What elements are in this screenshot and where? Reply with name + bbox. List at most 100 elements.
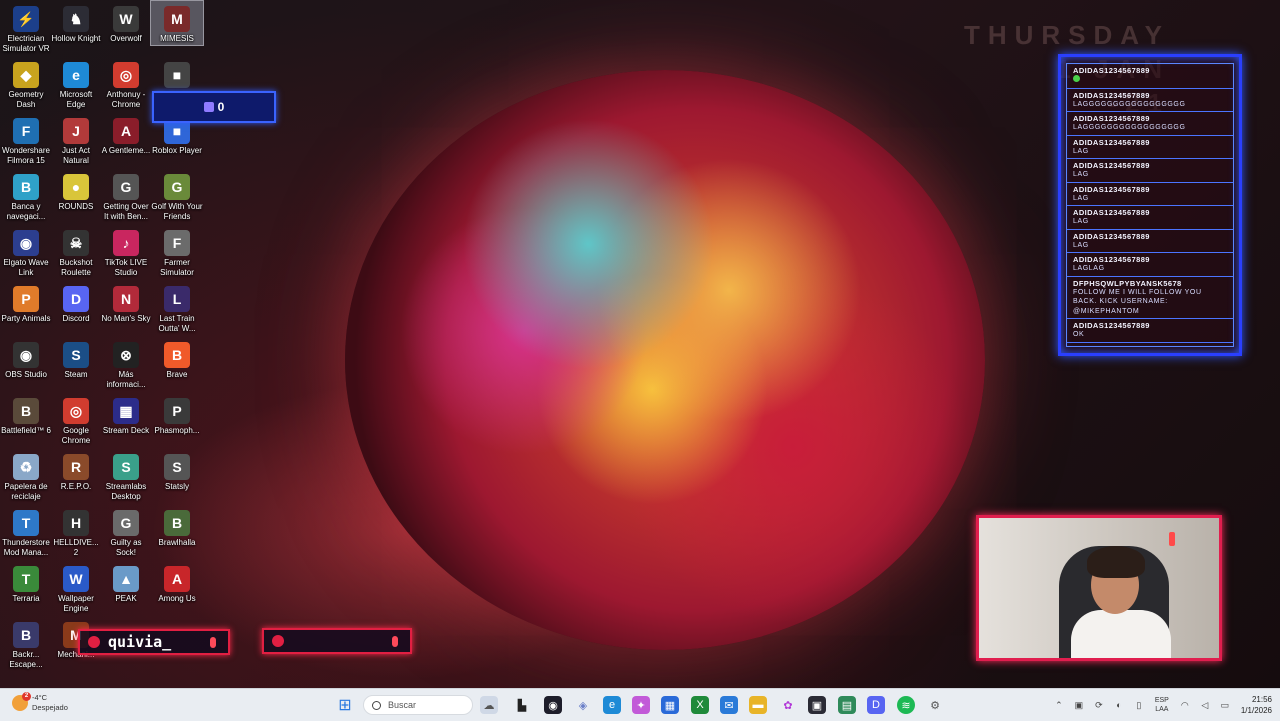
streamlabs-taskbar-icon[interactable]: ▣ — [808, 696, 826, 714]
desktop-icon[interactable]: S Statsly — [151, 454, 203, 492]
desktop-icon-label: Getting Over It with Ben... — [103, 202, 149, 221]
copilot-taskbar-icon[interactable]: ✦ — [632, 696, 650, 714]
desktop-icon[interactable]: W Wallpaper Engine — [50, 566, 102, 614]
desktop-icon-label: TikTok LIVE Studio — [104, 258, 148, 277]
desktop-icon-label: Anthonuy - Chrome — [106, 90, 146, 109]
desktop-icon-label: Just Act Natural — [61, 146, 90, 165]
desktop-icon[interactable]: H HELLDIVE... 2 — [50, 510, 102, 558]
desktop-icon[interactable]: ⚡ Electrician Simulator VR — [0, 6, 52, 54]
file-explorer-icon[interactable]: ▬ — [749, 696, 767, 714]
app-icon: G — [164, 174, 190, 200]
desktop-icon[interactable]: N No Man's Sky — [100, 286, 152, 324]
app-icon: ☠ — [63, 230, 89, 256]
desktop-icon[interactable]: B Banca y navegaci... — [0, 174, 52, 222]
app-icon: ◉ — [13, 342, 39, 368]
weather-icon: 2 — [12, 692, 31, 711]
desktop-icon[interactable]: T Thunderstore Mod Mana... — [0, 510, 52, 558]
desktop-icon[interactable]: S Streamlabs Desktop — [100, 454, 152, 502]
widgets-icon[interactable]: ☁ — [480, 696, 498, 714]
taskbar-search[interactable]: Buscar — [363, 695, 473, 715]
desktop-icon[interactable]: B Brave — [151, 342, 203, 380]
desktop-icon[interactable]: ■ Roblox Player — [151, 118, 203, 156]
desktop-icon[interactable]: ◎ Google Chrome — [50, 398, 102, 446]
desktop-icon[interactable]: B Brawlhalla — [151, 510, 203, 548]
desktop-icon[interactable]: B Backr... Escape... — [0, 622, 52, 670]
stream-deck-taskbar-icon[interactable]: ◈ — [574, 696, 592, 714]
app-icon: ▦ — [113, 398, 139, 424]
app-icon: ◆ — [13, 62, 39, 88]
search-icon — [372, 700, 381, 710]
chat-text: LAG — [1073, 194, 1089, 202]
desktop-icon[interactable]: J Just Act Natural — [50, 118, 102, 166]
xbox-taskbar-icon[interactable]: X — [691, 696, 709, 714]
desktop-icon-label: Wallpaper Engine — [58, 594, 94, 613]
language-indicator[interactable]: ESP LAA — [1155, 696, 1169, 714]
weather-widget[interactable]: 2 -4°C Despejado — [12, 692, 68, 713]
desktop-icon[interactable]: ◆ Geometry Dash — [0, 62, 52, 110]
chat-username: ADIDAS1234567889 — [1073, 321, 1150, 330]
discord-taskbar-icon[interactable]: D — [867, 696, 885, 714]
app-icon: P — [164, 398, 190, 424]
volume-icon[interactable]: ◁ — [1198, 698, 1212, 712]
spotify-taskbar-icon[interactable]: ≋ — [897, 696, 915, 714]
tray-app-icon[interactable]: ▣ — [1072, 698, 1086, 712]
chat-message: ADIDAS1234567889 OK — [1067, 319, 1233, 343]
desktop-icon[interactable]: ◉ Elgato Wave Link — [0, 230, 52, 278]
app-icon: ● — [63, 174, 89, 200]
outlook-taskbar-icon[interactable]: ✉ — [720, 696, 738, 714]
desktop-icon[interactable]: P Party Animals — [0, 286, 52, 324]
start-button[interactable]: ⊞ — [336, 696, 354, 714]
desktop-icon[interactable]: A Among Us — [151, 566, 203, 604]
desktop-icon[interactable]: ● ROUNDS — [50, 174, 102, 212]
store-taskbar-icon[interactable]: ▦ — [661, 696, 679, 714]
desktop-icon[interactable]: A A Gentleme... — [100, 118, 152, 156]
desktop-icon[interactable]: F Wondershare Filmora 15 — [0, 118, 52, 166]
tray-vpn-icon[interactable]: ◐ — [1112, 698, 1126, 712]
desktop-icon[interactable]: e Microsoft Edge — [50, 62, 102, 110]
chat-text: LAG — [1073, 218, 1089, 225]
desktop-icon[interactable]: L Last Train Outta' W... — [151, 286, 203, 334]
tray-sync-icon[interactable]: ⟳ — [1092, 698, 1106, 712]
desktop-icon[interactable]: G Guilty as Sock! — [100, 510, 152, 558]
terminal-taskbar-icon[interactable]: ▤ — [838, 696, 856, 714]
photos-taskbar-icon[interactable]: ✿ — [779, 696, 797, 714]
tray-usb-icon[interactable]: ▯ — [1132, 698, 1146, 712]
desktop-icon[interactable]: G Getting Over It with Ben... — [100, 174, 152, 222]
weather-temperature: -4°C — [32, 693, 48, 702]
desktop-icon[interactable]: ▦ Stream Deck — [100, 398, 152, 436]
app-icon: P — [13, 286, 39, 312]
desktop-icon[interactable]: S Steam — [50, 342, 102, 380]
obs-taskbar-icon[interactable]: ◉ — [544, 696, 562, 714]
chat-message: ADIDAS1234567889 LAG — [1067, 206, 1233, 230]
desktop-icon[interactable]: ☠ Buckshot Roulette — [50, 230, 102, 278]
chat-message: ADIDAS1234567889 LAGGGGGGGGGGGGGGGGG — [1067, 112, 1233, 136]
desktop-icon[interactable]: R R.E.P.O. — [50, 454, 102, 492]
wifi-icon[interactable]: ◠ — [1178, 698, 1192, 712]
desktop-icon[interactable]: ⊗ Más informaci... — [100, 342, 152, 390]
desktop-icon[interactable]: ◉ OBS Studio — [0, 342, 52, 380]
chevron-up-icon[interactable]: ⌃ — [1052, 698, 1066, 712]
desktop-icon-label: Last Train Outta' W... — [158, 314, 196, 333]
settings-taskbar-icon[interactable]: ⚙ — [926, 696, 944, 714]
desktop-icon[interactable]: T Terraria — [0, 566, 52, 604]
desktop-icon-label: Guilty as Sock! — [110, 538, 142, 557]
desktop-icon-label: OBS Studio — [5, 370, 47, 379]
desktop-icon[interactable]: F Farmer Simulator — [151, 230, 203, 278]
desktop-icon[interactable]: ♻ Papelera de reciclaje — [0, 454, 52, 502]
desktop-icon[interactable]: P Phasmoph... — [151, 398, 203, 436]
desktop-icon[interactable]: ♪ TikTok LIVE Studio — [100, 230, 152, 278]
desktop-icon[interactable]: B Battlefield™ 6 — [0, 398, 52, 436]
desktop-icon[interactable]: M MIMESIS — [150, 0, 204, 46]
desktop-icon[interactable]: W Overwolf — [100, 6, 152, 44]
desktop-icon[interactable]: G Golf With Your Friends — [151, 174, 203, 222]
desktop-icon[interactable]: ▲ PEAK — [100, 566, 152, 604]
clock[interactable]: 21:56 1/1/2026 — [1241, 694, 1272, 716]
edge-taskbar-icon[interactable]: e — [603, 696, 621, 714]
app-icon: ▲ — [113, 566, 139, 592]
desktop-icon[interactable]: ♞ Hollow Knight — [50, 6, 102, 44]
task-view-icon[interactable]: ▙ — [513, 696, 531, 714]
desktop-icon[interactable]: D Discord — [50, 286, 102, 324]
desktop-icon[interactable]: ◎ Anthonuy - Chrome — [100, 62, 152, 110]
battery-icon[interactable]: ▭ — [1218, 698, 1232, 712]
app-icon: ♻ — [13, 454, 39, 480]
